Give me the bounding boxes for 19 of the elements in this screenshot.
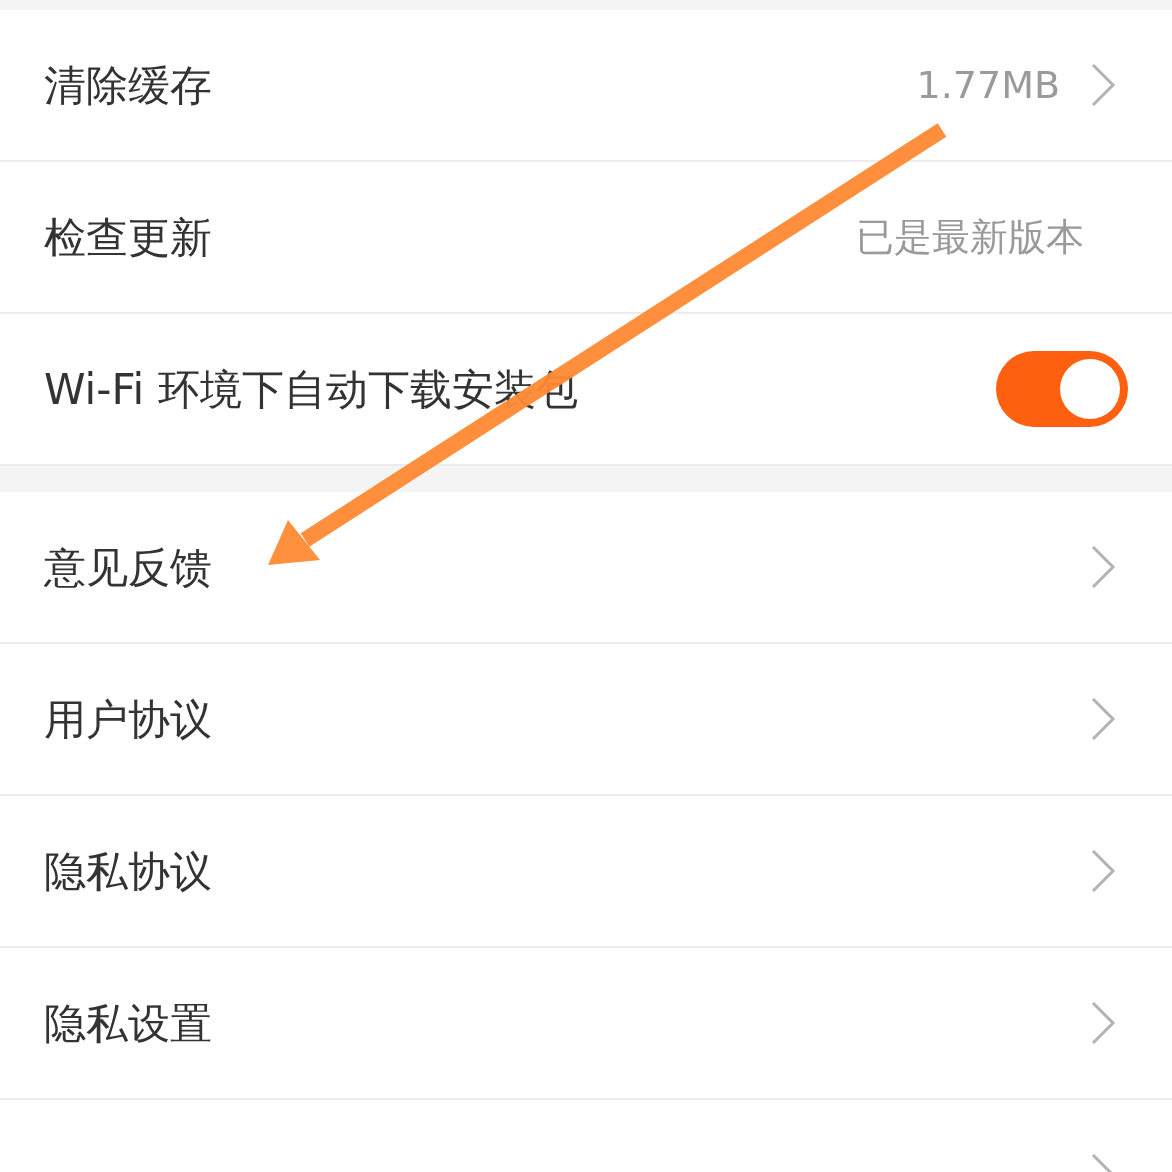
row-label: 清除缓存 [44, 59, 212, 112]
settings-row[interactable]: 用户协议 [0, 644, 1172, 796]
row-label: 用户协议 [44, 693, 212, 746]
settings-row[interactable]: 意见反馈 [0, 492, 1172, 644]
row-value: 已是最新版本 [856, 213, 1084, 261]
row-value: 1.77MB [916, 61, 1060, 109]
chevron-icon [1090, 544, 1116, 590]
settings-row[interactable]: 检查更新 已是最新版本 [0, 162, 1172, 314]
chevron-icon [1090, 62, 1116, 108]
row-label: 隐私设置 [44, 997, 212, 1050]
chevron-icon [1090, 696, 1116, 742]
row-label: 检查更新 [44, 211, 212, 264]
row-label: 隐私协议 [44, 845, 212, 898]
settings-row[interactable]: 隐私设置 [0, 948, 1172, 1100]
settings-row[interactable]: 清除缓存 1.77MB [0, 10, 1172, 162]
chevron-icon [1090, 848, 1116, 894]
row-label: 意见反馈 [44, 541, 212, 594]
settings-row[interactable]: 隐私协议 [0, 796, 1172, 948]
chevron-icon [1090, 1000, 1116, 1046]
